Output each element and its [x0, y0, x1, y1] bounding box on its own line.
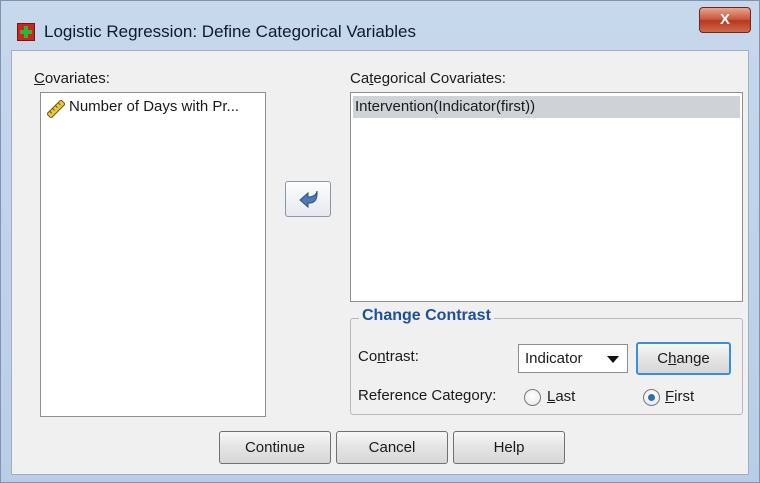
radio-first[interactable] — [643, 389, 660, 406]
list-item[interactable]: Number of Days with Pr... — [43, 96, 263, 118]
window-title: Logistic Regression: Define Categorical … — [44, 22, 416, 41]
radio-selected-dot — [648, 394, 655, 401]
cancel-button[interactable]: Cancel — [336, 431, 448, 464]
radio-first-label[interactable]: First — [665, 388, 694, 405]
contrast-select[interactable]: Indicator — [518, 344, 628, 373]
categorical-covariates-label: Categorical Covariates: — [350, 70, 506, 87]
spss-app-icon — [17, 23, 35, 41]
change-contrast-group: Change Contrast Contrast: Indicator Chan… — [350, 307, 743, 415]
arrow-left-icon — [299, 190, 318, 209]
radio-last-label[interactable]: Last — [547, 388, 575, 405]
reference-category-label: Reference Category: — [358, 387, 497, 404]
categorical-item-label: Intervention(Indicator(first)) — [355, 98, 536, 115]
covariate-item-label: Number of Days with Pr... — [69, 98, 240, 115]
covariates-list[interactable]: Number of Days with Pr... — [40, 92, 266, 417]
dialog-body: Covariates: Number of Days with Pr... Ca… — [11, 50, 749, 475]
categorical-covariates-list[interactable]: Intervention(Indicator(first)) — [350, 92, 743, 302]
continue-button[interactable]: Continue — [219, 431, 331, 464]
close-button[interactable]: X — [699, 7, 751, 33]
radio-last[interactable] — [524, 389, 541, 406]
change-contrast-title: Change Contrast — [359, 307, 494, 325]
change-button[interactable]: Change — [636, 342, 731, 375]
move-variable-button[interactable] — [285, 181, 331, 217]
contrast-select-value: Indicator — [525, 350, 583, 367]
contrast-label: Contrast: — [358, 348, 419, 365]
scale-ruler-icon — [47, 100, 65, 118]
title-bar[interactable]: Logistic Regression: Define Categorical … — [1, 1, 759, 49]
help-button[interactable]: Help — [453, 431, 565, 464]
dialog-window: Logistic Regression: Define Categorical … — [0, 0, 760, 483]
list-item-selected[interactable]: Intervention(Indicator(first)) — [353, 96, 740, 118]
covariates-label: Covariates: — [34, 70, 110, 87]
chevron-down-icon — [607, 356, 619, 363]
